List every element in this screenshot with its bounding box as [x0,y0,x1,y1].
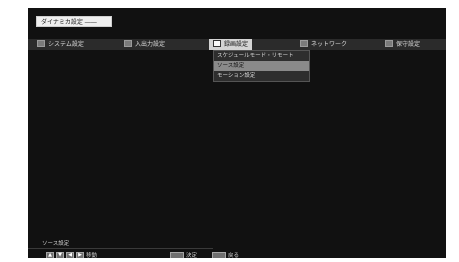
dvr-screen: ダイナミカ設定 ―― システム設定 入出力設定 録画設定 ネットワーク 保守設定… [28,8,446,258]
return-key-icon [212,252,226,258]
menu-tab-label: 入出力設定 [135,41,166,48]
menu-tab-label: システム設定 [48,41,84,48]
record-dropdown-menu: スケジュールモード・リモート ソース設定 モーション設定 [213,50,310,82]
return-key-guide: 戻る [212,251,239,258]
menu-tab-label: ネットワーク [311,41,348,48]
menu-tab-record[interactable]: 録画設定 [209,39,253,50]
menu-bar: システム設定 入出力設定 録画設定 ネットワーク 保守設定 [28,39,446,50]
menu-tab-io[interactable]: 入出力設定 [124,39,165,50]
enter-key-label: 決定 [186,253,198,258]
up-arrow-icon: ▲ [46,251,54,258]
menu-tab-label: 保守設定 [396,41,421,48]
dropdown-item-source[interactable]: ソース設定 [214,61,309,71]
menu-tab-network[interactable]: ネットワーク [300,39,347,50]
window-title: ダイナミカ設定 ―― [36,16,112,27]
enter-key-guide: 決定 [170,251,197,258]
status-text: ソース設定 [42,241,70,247]
down-arrow-icon: ▼ [56,251,64,258]
left-arrow-icon: ◀ [66,251,74,258]
network-icon [300,40,308,47]
system-icon [37,40,45,47]
status-bar: ソース設定 [28,240,213,249]
menu-tab-system[interactable]: システム設定 [37,39,84,50]
return-key-label: 戻る [228,253,240,258]
arrow-key-label: 移動 [86,253,98,258]
io-icon [124,40,132,47]
dropdown-item-schedule[interactable]: スケジュールモード・リモート [214,51,309,61]
arrow-key-guide: ▲ ▼ ◀ ▶ 移動 [46,251,103,258]
enter-key-icon [170,252,184,258]
dropdown-item-motion[interactable]: モーション設定 [214,71,309,81]
menu-tab-maintenance[interactable]: 保守設定 [385,39,420,50]
maintenance-icon [385,40,393,47]
right-arrow-icon: ▶ [76,251,84,258]
menu-tab-label: 録画設定 [224,41,249,48]
record-icon [213,40,221,47]
